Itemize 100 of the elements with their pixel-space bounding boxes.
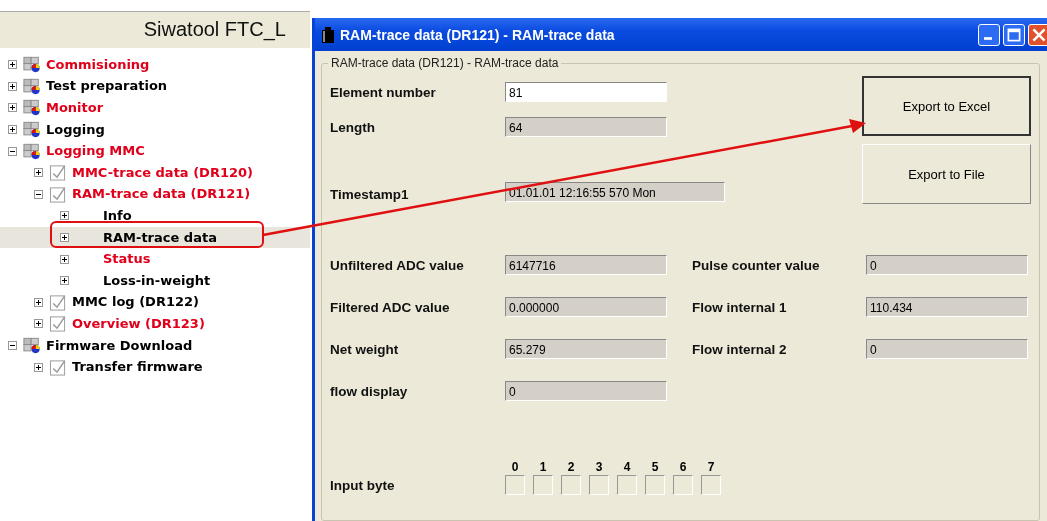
app-title: Siwatool FTC_L [0,11,310,48]
tree-label: Logging [46,121,105,138]
expand-icon[interactable] [60,211,69,221]
field-label: Flow internal 1 [692,299,788,315]
tree-label: Overview (DR123) [72,315,205,332]
input-field: 0.000000 [505,297,667,317]
close-icon [1032,27,1046,42]
tree-label: MMC-trace data (DR120) [72,164,253,181]
export-button[interactable]: Export to File [862,144,1031,204]
tree-label: Info [103,207,132,224]
field-label: Flow internal 2 [692,341,788,357]
checkmark-icon [49,315,67,333]
tree-item[interactable]: Logging MMC [0,140,310,162]
field-label: Pulse counter value [692,257,821,273]
tree-label: Status [103,251,151,268]
maximize-button[interactable] [1003,23,1025,46]
input-field[interactable]: 81 [505,82,667,102]
field-label: Filtered ADC value [330,299,451,315]
tree-label: RAM-trace data (DR121) [72,186,251,203]
checkmark-icon [49,185,67,203]
tree-label: Transfer firmware [72,359,203,376]
input-field: 110.434 [866,297,1028,317]
collapse-icon[interactable] [8,341,17,350]
field-label: flow display [330,383,409,399]
bit-checkbox[interactable] [589,475,609,495]
close-button[interactable] [1028,23,1047,46]
field-label: Length [330,119,376,135]
tree-label: Logging MMC [46,143,145,160]
tree-item[interactable]: RAM-trace data (DR121) [0,183,310,206]
bit-checkbox[interactable] [701,475,721,495]
tree-item[interactable]: Transfer firmware [0,356,310,378]
blocks-icon [23,99,41,117]
bit-label: 0 [511,460,519,474]
input-field: 6147716 [505,255,667,275]
blocks-icon [23,142,41,160]
input-field: 01.01.01 12:16:55 570 Mon [505,182,725,202]
maximize-icon [1007,27,1021,42]
tree-label: MMC log (DR122) [72,294,199,311]
bit-checkbox[interactable] [617,475,637,495]
weight-icon [321,26,335,43]
bit-checkbox[interactable] [505,475,525,495]
bit-label: 5 [651,460,659,474]
tree-label: Commisioning [46,56,150,73]
tree-item[interactable]: Commisioning [0,54,310,76]
expand-icon[interactable] [34,362,43,372]
input-field: 65.279 [505,339,667,359]
tree-item[interactable]: Firmware Download [0,334,310,357]
blocks-icon [23,56,41,74]
export-button[interactable]: Export to Excel [862,76,1031,136]
tree-label: Firmware Download [46,337,193,354]
input-field: 0 [866,339,1028,359]
input-field: 64 [505,117,667,137]
expand-icon[interactable] [60,254,69,264]
bit-checkbox[interactable] [645,475,665,495]
tree-item[interactable]: MMC-trace data (DR120) [0,161,310,184]
tree-item[interactable]: Overview (DR123) [0,313,310,335]
expand-icon[interactable] [60,276,69,286]
bit-checkbox[interactable] [533,475,553,495]
bit-label: 4 [623,460,631,474]
bit-checkbox[interactable] [561,475,581,495]
input-field: 0 [866,255,1028,275]
checkmark-icon [49,293,67,311]
collapse-icon[interactable] [34,189,43,199]
tree-label: Monitor [46,100,104,116]
blocks-icon [23,337,41,354]
tree-item[interactable]: MMC log (DR122) [0,291,310,314]
blocks-icon [23,121,41,139]
field-label: Input byte [330,478,396,495]
field-label: Unfiltered ADC value [330,257,465,273]
expand-icon[interactable] [8,81,17,91]
minimize-icon [984,36,992,40]
expand-icon[interactable] [34,297,43,307]
expand-icon[interactable] [8,103,17,113]
expand-icon[interactable] [8,60,17,70]
bit-label: 6 [679,460,687,474]
tree-item[interactable]: Info [0,205,310,227]
field-label: Timestamp1 [330,187,410,202]
bit-label: 2 [567,460,575,474]
expand-icon[interactable] [60,233,69,243]
minimize-button[interactable] [978,23,1000,46]
expand-icon[interactable] [34,168,43,178]
tree-item[interactable]: Status [0,248,310,270]
tree-item[interactable]: Loss-in-weight [0,269,310,292]
group-title: RAM-trace data (DR121) - RAM-trace data [328,56,562,70]
tree-label: Test preparation [46,78,168,95]
tree-item[interactable]: Logging [0,118,310,141]
bit-label: 3 [595,460,603,474]
bit-checkbox[interactable] [673,475,693,495]
tree-item[interactable]: Monitor [0,97,310,119]
input-field: 0 [505,381,667,401]
checkmark-icon [49,358,67,376]
tree-label: Loss-in-weight [103,272,211,289]
field-label: Element number [330,84,437,100]
collapse-icon[interactable] [8,146,17,156]
tree-label: RAM-trace data [103,229,217,246]
expand-icon[interactable] [8,125,17,135]
tree-item[interactable]: Test preparation [0,75,310,98]
checkmark-icon [49,164,67,182]
expand-icon[interactable] [34,319,43,329]
tree-item[interactable]: RAM-trace data [0,226,310,249]
